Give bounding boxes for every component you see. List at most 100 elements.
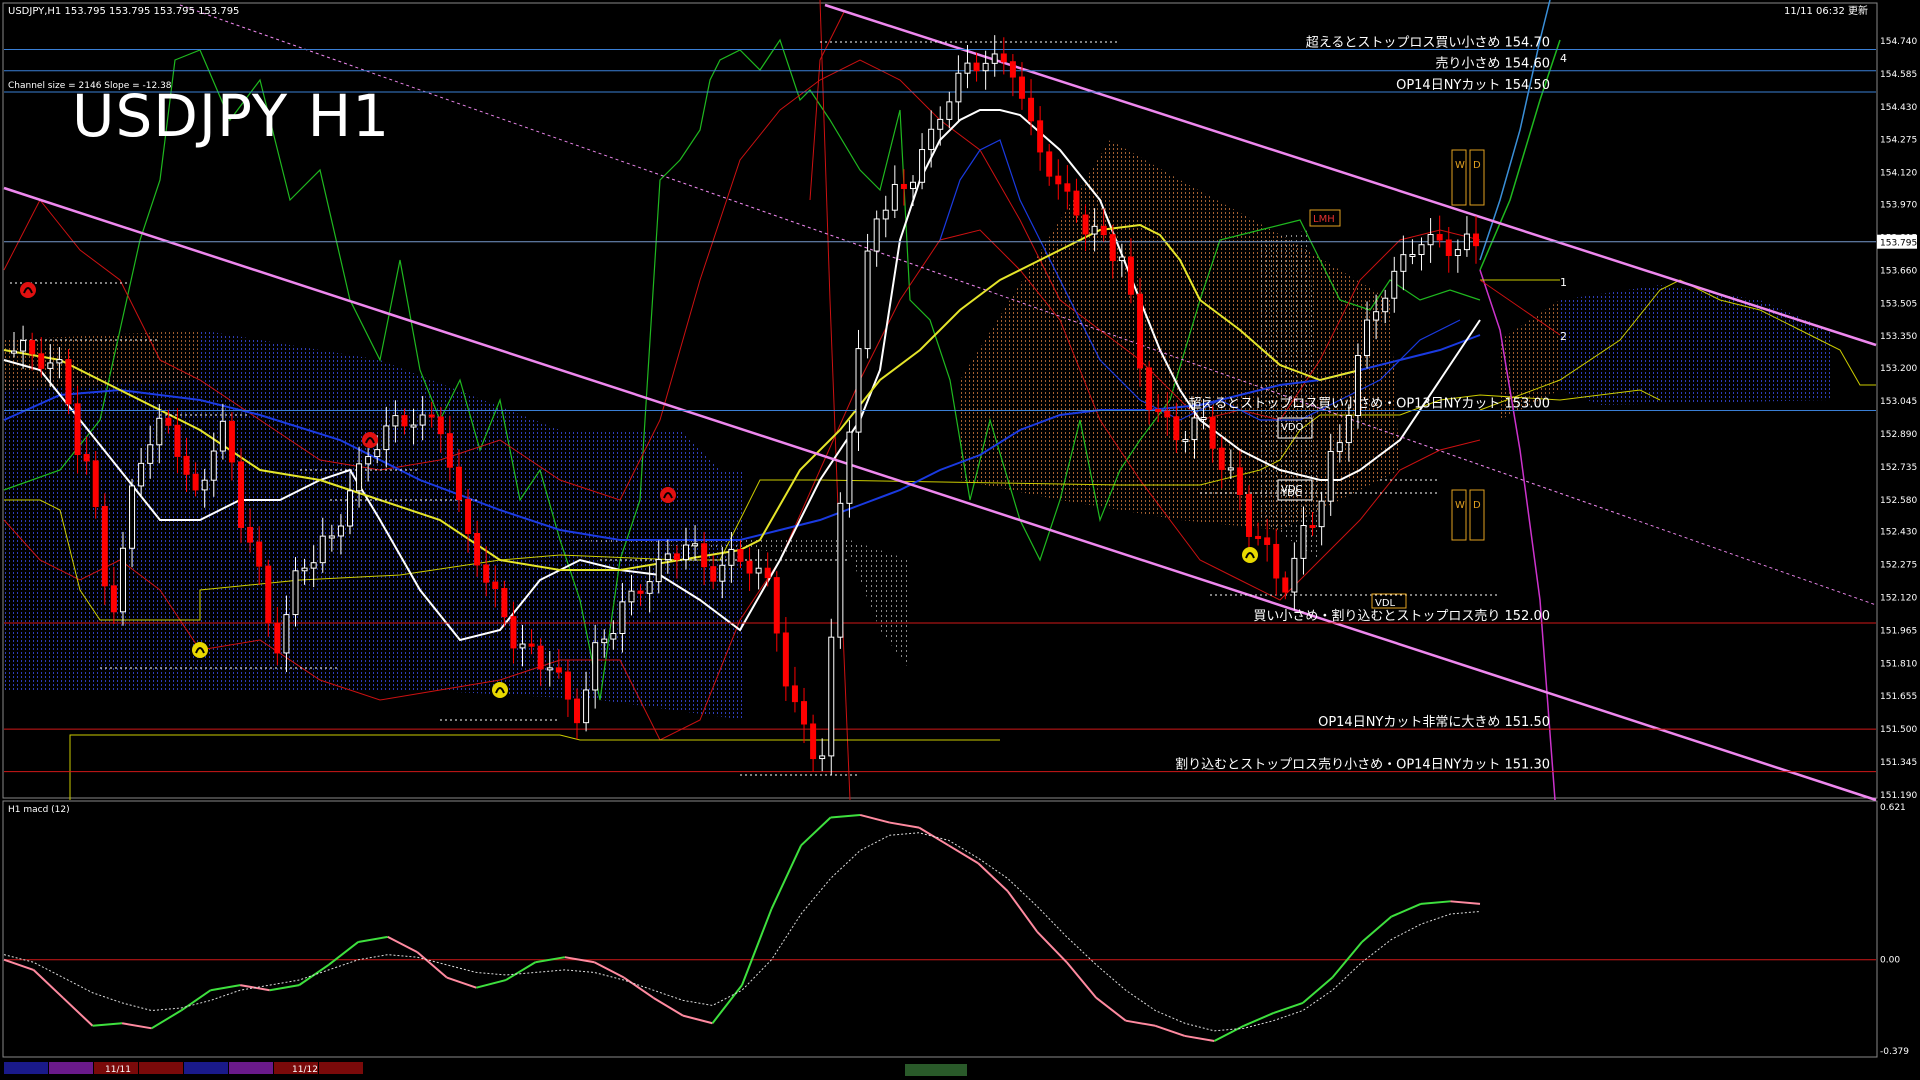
- fan-number: 2: [1560, 330, 1567, 343]
- price-tick: 151.810: [1880, 659, 1917, 669]
- candle-body: [156, 417, 163, 446]
- candle-body: [928, 128, 935, 151]
- price-tick: 153.350: [1880, 332, 1917, 342]
- candle-body: [864, 250, 871, 350]
- macd-title: H1 macd (12): [8, 805, 70, 815]
- candle-body: [392, 415, 399, 427]
- symbol-info: USDJPY,H1 153.795 153.795 153.795 153.79…: [8, 6, 239, 17]
- candle-body: [855, 348, 862, 433]
- candle-body: [755, 567, 762, 574]
- candle-body: [1118, 256, 1125, 262]
- level-label: OP14日NYカット非常に大きめ 151.50: [1318, 715, 1550, 730]
- candle-body: [1345, 415, 1352, 444]
- chart-title: USDJPY H1: [72, 82, 391, 150]
- candle-body: [465, 499, 472, 534]
- candle-body: [210, 450, 217, 481]
- candle-body: [1200, 417, 1207, 421]
- marker-label: VDO: [1281, 422, 1304, 433]
- candle-body: [1391, 270, 1398, 299]
- candle-body: [1409, 254, 1416, 258]
- candle-body: [1173, 416, 1180, 441]
- candle-body: [74, 403, 81, 456]
- macd-tick: 0.00: [1880, 956, 1900, 966]
- candle-body: [891, 183, 898, 211]
- candle-body: [247, 526, 254, 543]
- candle-body: [1336, 442, 1343, 452]
- candle-body: [1418, 244, 1425, 256]
- candle-body: [147, 444, 154, 464]
- candle-body: [937, 118, 944, 130]
- candle-body: [1073, 190, 1080, 216]
- candle-body: [1209, 417, 1216, 449]
- candle-body: [1037, 120, 1044, 153]
- candle-body: [628, 590, 635, 603]
- candle-body: [519, 643, 526, 649]
- candle-body: [837, 502, 844, 638]
- candle-body: [537, 645, 544, 670]
- price-tick: 152.735: [1880, 463, 1917, 473]
- candle-body: [219, 420, 226, 452]
- candle-body: [1463, 233, 1470, 251]
- fan-number: 4: [1560, 52, 1567, 65]
- candle-body: [1028, 97, 1035, 122]
- price-chart: 超えるとストップロス買い小さめ 154.70 売り小さめ 154.60 OP14日N…: [0, 0, 1920, 1080]
- scroll-tab: [905, 1064, 967, 1076]
- price-tick: 153.200: [1880, 364, 1917, 374]
- session-bar: [49, 1062, 93, 1074]
- price-tick: 152.275: [1880, 561, 1917, 571]
- candle-body: [401, 415, 408, 427]
- candle-body: [1400, 254, 1407, 272]
- candle-body: [1155, 409, 1162, 413]
- fractal-marker: [492, 682, 508, 698]
- candle-body: [65, 359, 72, 405]
- fan-number: 1: [1560, 276, 1567, 289]
- level-label: 超えるとストップロス買い小さめ 154.70: [1306, 35, 1550, 50]
- candle-body: [38, 353, 45, 369]
- candle-body: [1354, 355, 1361, 417]
- candle-body: [292, 570, 299, 616]
- candle-body: [374, 449, 381, 458]
- session-bar: [184, 1062, 228, 1074]
- price-tick: 151.190: [1880, 791, 1917, 801]
- candle-body: [1364, 319, 1371, 357]
- candle-body: [319, 535, 326, 564]
- price-tick: 152.430: [1880, 528, 1917, 538]
- candle-body: [110, 585, 117, 613]
- candle-body: [56, 359, 63, 364]
- candle-body: [528, 643, 535, 647]
- candle-body: [773, 577, 780, 634]
- candle-body: [1137, 293, 1144, 369]
- candle-body: [1427, 234, 1434, 246]
- candle-body: [1300, 525, 1307, 559]
- candle-body: [1291, 557, 1298, 593]
- fractal-marker: [20, 282, 36, 298]
- fractal-marker: [1242, 547, 1258, 563]
- candle-body: [446, 433, 453, 468]
- price-tick: 153.045: [1880, 397, 1917, 407]
- candle-body: [1218, 447, 1225, 470]
- price-tick: 152.890: [1880, 430, 1917, 440]
- candle-body: [310, 562, 317, 569]
- candle-body: [1473, 233, 1479, 247]
- candle-body: [410, 424, 417, 428]
- candle-body: [1454, 249, 1461, 257]
- candle-body: [1191, 417, 1198, 441]
- candle-body: [692, 543, 699, 547]
- candle-body: [238, 461, 245, 528]
- candle-body: [1109, 234, 1116, 262]
- candle-body: [637, 590, 644, 594]
- marker-label: LMH: [1313, 214, 1335, 225]
- date-label: 11/12: [292, 1065, 318, 1075]
- marker-label: VDL: [1375, 598, 1396, 609]
- price-tick: 153.660: [1880, 266, 1917, 276]
- candle-body: [619, 601, 626, 635]
- candle-body: [20, 340, 27, 352]
- candle-body: [129, 485, 136, 549]
- candle-body: [283, 614, 290, 654]
- candle-body: [583, 689, 590, 724]
- candle-body: [1018, 76, 1025, 99]
- candle-body: [828, 636, 835, 757]
- candle-body: [1100, 225, 1107, 236]
- price-tick: 151.965: [1880, 626, 1917, 636]
- price-tick: 154.740: [1880, 37, 1917, 47]
